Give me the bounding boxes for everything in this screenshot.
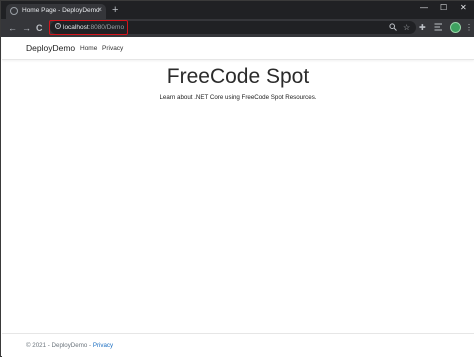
- footer-copyright: © 2021 - DeployDemo -: [26, 342, 93, 349]
- web-page: DeployDemo Home Privacy FreeCode Spot Le…: [2, 37, 474, 357]
- globe-icon: [10, 7, 18, 15]
- info-icon[interactable]: i: [55, 23, 61, 29]
- profile-avatar[interactable]: [450, 22, 461, 33]
- extensions-icon[interactable]: ✚: [419, 22, 426, 34]
- site-brand[interactable]: DeployDemo: [26, 43, 75, 54]
- url-host: localhost: [63, 24, 89, 31]
- nav-link-home[interactable]: Home: [80, 44, 97, 53]
- menu-icon[interactable]: ⋮: [465, 22, 473, 34]
- browser-tab[interactable]: Home Page - DeployDemo ×: [6, 4, 106, 19]
- url-path: :8080/Demo: [88, 24, 125, 31]
- browser-window: Home Page - DeployDemo × + — ☐ ✕ ← → C i…: [0, 0, 474, 357]
- page-subtitle: Learn about .NET Core using FreeCode Spo…: [159, 94, 317, 101]
- reading-list-icon[interactable]: [434, 23, 443, 31]
- star-icon[interactable]: ☆: [403, 22, 410, 34]
- page-title: FreeCode Spot: [166, 65, 310, 88]
- url-text[interactable]: localhost:8080/Demo: [63, 23, 124, 32]
- forward-icon[interactable]: →: [22, 22, 31, 34]
- tab-close-icon[interactable]: ×: [97, 5, 102, 15]
- site-navbar: DeployDemo Home Privacy: [2, 37, 474, 60]
- nav-link-privacy[interactable]: Privacy: [102, 44, 123, 53]
- back-icon[interactable]: ←: [8, 22, 17, 34]
- reload-icon[interactable]: C: [36, 22, 43, 34]
- footer-divider: [2, 333, 474, 334]
- browser-toolbar: ← → C i localhost:8080/Demo ☆ ✚ ⋮: [1, 19, 474, 37]
- close-window-icon[interactable]: ✕: [460, 3, 467, 13]
- zoom-icon[interactable]: [389, 23, 397, 31]
- tab-title: Home Page - DeployDemo: [22, 7, 100, 14]
- minimize-icon[interactable]: —: [420, 3, 428, 13]
- maximize-icon[interactable]: ☐: [440, 3, 447, 13]
- page-footer: © 2021 - DeployDemo - Privacy: [26, 342, 113, 350]
- title-bar: Home Page - DeployDemo × + — ☐ ✕: [1, 1, 474, 19]
- new-tab-button[interactable]: +: [112, 4, 118, 16]
- footer-privacy-link[interactable]: Privacy: [93, 342, 113, 349]
